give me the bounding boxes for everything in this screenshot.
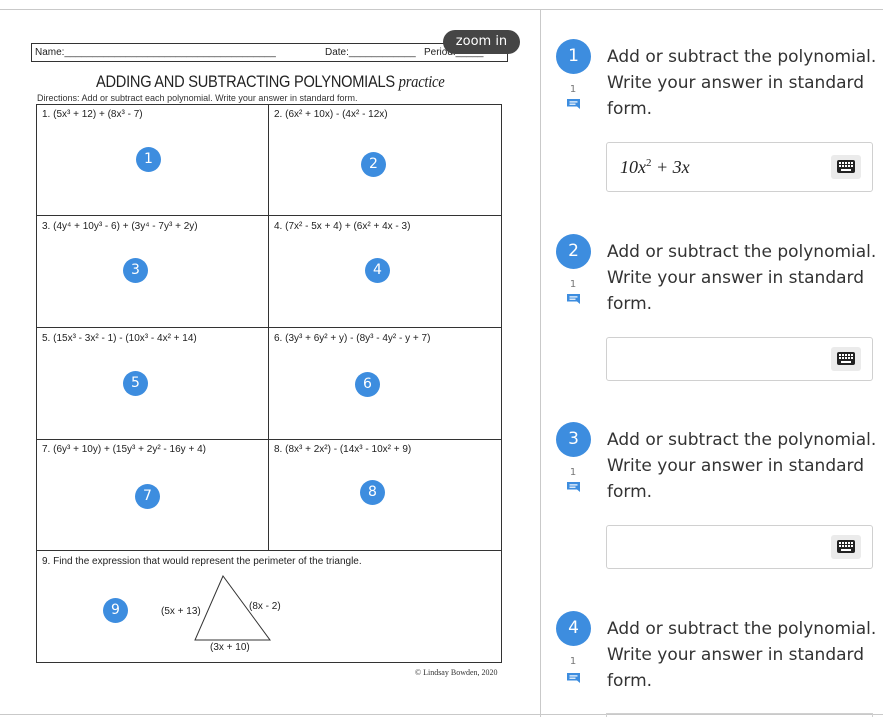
question-1-badge: 1: [556, 39, 591, 74]
grid-divider-row-2: [36, 327, 502, 328]
question-1-prompt: Add or subtract the polynomial. Write yo…: [607, 47, 877, 119]
worksheet-directions: Directions: Add or subtract each polynom…: [37, 93, 358, 103]
question-2-badge: 2: [556, 234, 591, 269]
triangle-base-label: (3x + 10): [210, 642, 250, 653]
worksheet-marker-1[interactable]: 1: [136, 147, 161, 172]
problem-7-text: 7. (6y³ + 10y) + (15y³ + 2y² - 16y + 4): [42, 444, 206, 455]
name-date-period-bar: Name:___________________________________…: [31, 43, 508, 62]
name-label: Name:___________________________________…: [35, 47, 276, 58]
comment-icon[interactable]: [567, 673, 580, 683]
question-4-comment-count: 1: [569, 656, 577, 667]
worksheet-title-main: ADDING AND SUBTRACTING POLYNOMIALS: [96, 72, 395, 91]
triangle-right-side-label: (8x - 2): [249, 601, 281, 612]
problem-3-text: 3. (4y⁴ + 10y³ - 6) + (3y⁴ - 7y³ + 2y): [42, 221, 198, 232]
worksheet-credit: © Lindsay Bowden, 2020: [415, 668, 498, 677]
keyboard-icon[interactable]: [831, 347, 861, 371]
question-1-answer-value: 10x2 + 3x: [620, 157, 690, 177]
comment-icon[interactable]: [567, 99, 580, 109]
worksheet-marker-6[interactable]: 6: [355, 372, 380, 397]
question-3-prompt: Add or subtract the polynomial. Write yo…: [607, 430, 877, 502]
problem-1-text: 1. (5x³ + 12) + (8x³ - 7): [42, 109, 143, 120]
keyboard-icon[interactable]: [831, 535, 861, 559]
worksheet-marker-5[interactable]: 5: [123, 371, 148, 396]
problem-5-text: 5. (15x³ - 3x² - 1) - (10x³ - 4x² + 14): [42, 333, 197, 344]
question-4-prompt: Add or subtract the polynomial. Write yo…: [607, 619, 877, 691]
grid-divider-row-3: [36, 439, 502, 440]
problem-9-text: 9. Find the expression that would repres…: [42, 556, 362, 567]
grid-divider-row-4: [36, 550, 502, 551]
worksheet-marker-8[interactable]: 8: [360, 480, 385, 505]
grid-divider-row-1: [36, 215, 502, 216]
date-label: Date:____________: [325, 47, 416, 58]
worksheet-marker-3[interactable]: 3: [123, 258, 148, 283]
problem-4-text: 4. (7x² - 5x + 4) + (6x² + 4x - 3): [274, 221, 411, 232]
triangle-left-side-label: (5x + 13): [161, 606, 201, 617]
question-3-answer-field[interactable]: [606, 525, 873, 569]
question-1-answer-field[interactable]: 10x2 + 3x: [606, 142, 873, 192]
worksheet-marker-7[interactable]: 7: [135, 484, 160, 509]
question-2-comment-count: 1: [569, 279, 577, 290]
worksheet-title-script: practice: [398, 72, 445, 91]
worksheet-marker-2[interactable]: 2: [361, 152, 386, 177]
problem-8-text: 8. (8x³ + 2x²) - (14x³ - 10x² + 9): [274, 444, 412, 455]
worksheet-title: ADDING AND SUBTRACTING POLYNOMIALS pract…: [96, 72, 445, 92]
question-2-answer-field[interactable]: [606, 337, 873, 381]
question-3-badge: 3: [556, 422, 591, 457]
question-3-comment-count: 1: [569, 467, 577, 478]
worksheet-marker-4[interactable]: 4: [365, 258, 390, 283]
zoom-in-button[interactable]: zoom in: [443, 30, 520, 54]
question-4-badge: 4: [556, 611, 591, 646]
problem-2-text: 2. (6x² + 10x) - (4x² - 12x): [274, 109, 388, 120]
question-4-answer-field[interactable]: [606, 713, 873, 717]
keyboard-icon[interactable]: [831, 155, 861, 179]
problem-6-text: 6. (3y³ + 6y² + y) - (8y³ - 4y² - y + 7): [274, 333, 431, 344]
worksheet-marker-9[interactable]: 9: [103, 598, 128, 623]
question-2-prompt: Add or subtract the polynomial. Write yo…: [607, 242, 877, 314]
comment-icon[interactable]: [567, 294, 580, 304]
question-1-comment-count: 1: [569, 84, 577, 95]
pane-divider[interactable]: [540, 9, 541, 717]
comment-icon[interactable]: [567, 482, 580, 492]
